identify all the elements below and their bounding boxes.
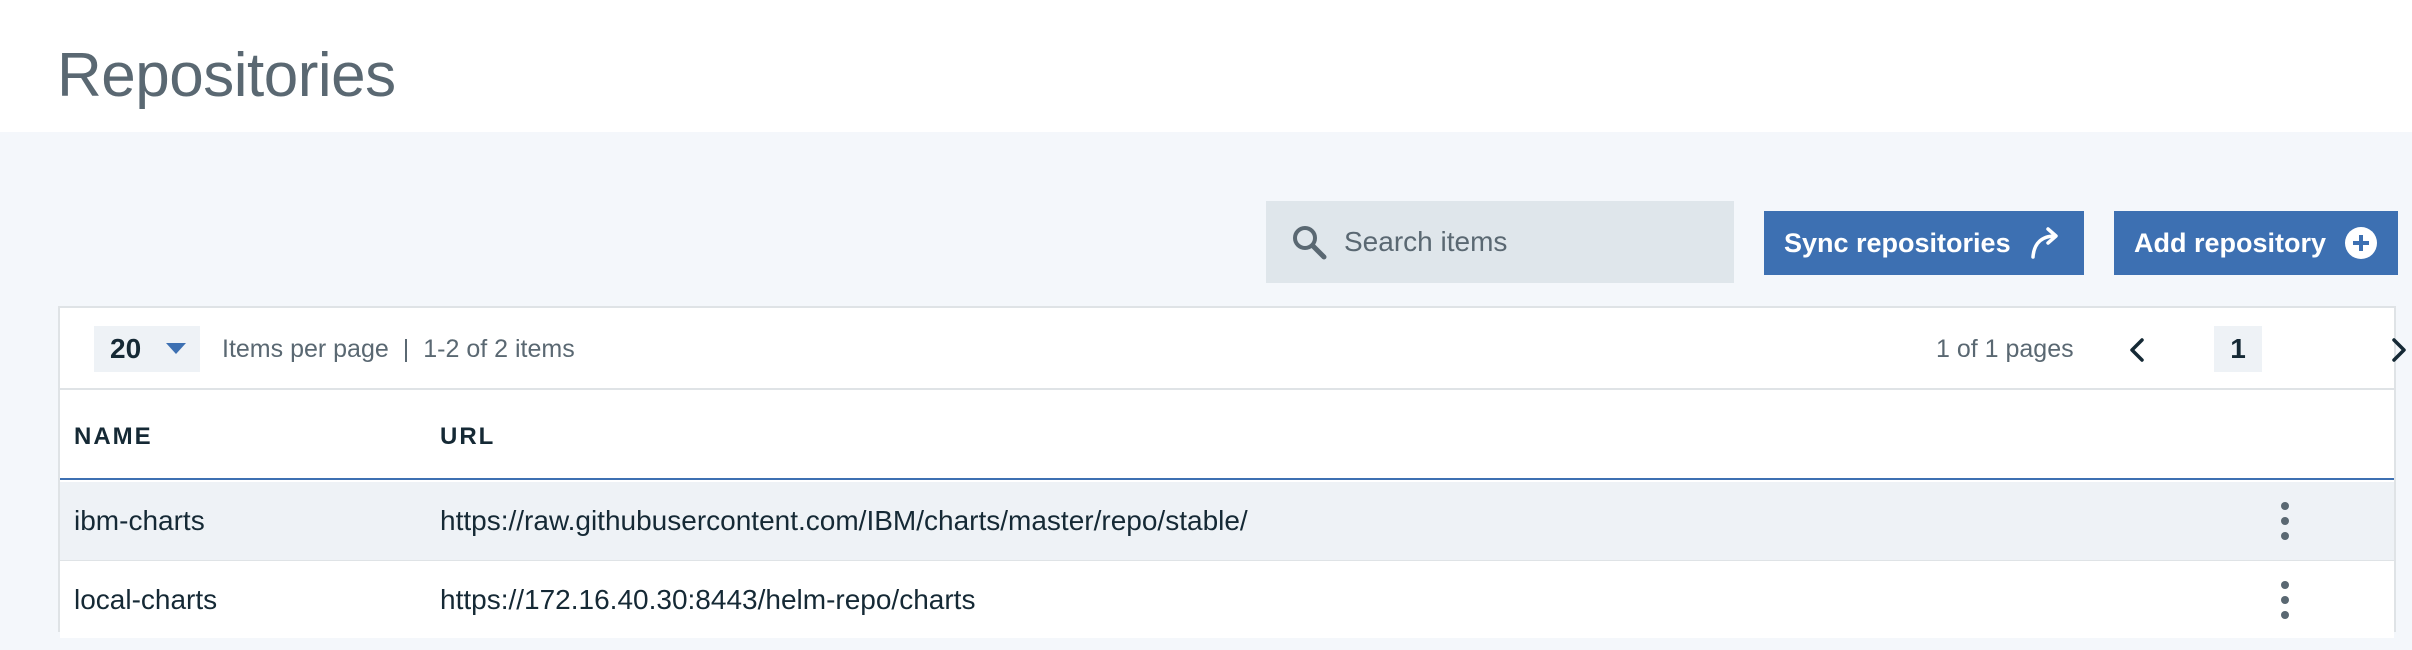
chevron-down-icon bbox=[166, 343, 186, 354]
repo-name-cell: ibm-charts bbox=[74, 505, 205, 536]
repo-url-cell: https://raw.githubusercontent.com/IBM/ch… bbox=[440, 505, 1248, 536]
add-repository-label: Add repository bbox=[2134, 227, 2327, 258]
item-range-text: 1-2 of 2 items bbox=[423, 334, 575, 363]
items-per-page-select[interactable]: 20 bbox=[94, 326, 200, 372]
table-row[interactable]: ibm-charts https://raw.githubusercontent… bbox=[60, 482, 2394, 560]
pagination-bar: 20 Items per page | 1-2 of 2 items 1 of … bbox=[60, 308, 2406, 390]
sync-arrow-icon bbox=[2031, 227, 2058, 259]
add-repository-button[interactable]: Add repository bbox=[2114, 211, 2398, 275]
pagination-separator: | bbox=[402, 334, 410, 363]
items-per-page-label: Items per page bbox=[222, 334, 389, 363]
previous-page-button[interactable] bbox=[2118, 330, 2158, 370]
page-count-text: 1 of 1 pages bbox=[1936, 334, 2074, 363]
current-page[interactable]: 1 bbox=[2214, 326, 2262, 372]
page-title: Repositories bbox=[57, 41, 396, 110]
column-header-name[interactable]: NAME bbox=[74, 394, 153, 480]
pagination-info: Items per page | 1-2 of 2 items bbox=[222, 308, 575, 390]
add-circle-icon bbox=[2345, 227, 2377, 259]
search-input[interactable] bbox=[1344, 201, 1714, 283]
items-per-page-value: 20 bbox=[110, 333, 142, 364]
sync-repositories-button[interactable]: Sync repositories bbox=[1764, 211, 2084, 275]
repositories-table: 20 Items per page | 1-2 of 2 items 1 of … bbox=[58, 306, 2406, 638]
table-header: NAME URL bbox=[60, 394, 2394, 480]
table-row[interactable]: local-charts https://172.16.40.30:8443/h… bbox=[60, 560, 2394, 638]
overflow-menu-icon[interactable] bbox=[2260, 575, 2310, 625]
chevron-right-icon bbox=[2392, 338, 2406, 362]
overflow-menu-icon[interactable] bbox=[2260, 496, 2310, 546]
chevron-left-icon bbox=[2130, 338, 2144, 362]
next-page-button[interactable] bbox=[2378, 330, 2412, 370]
column-header-url[interactable]: URL bbox=[440, 394, 495, 480]
toolbar: Sync repositories Add repository bbox=[0, 201, 2412, 283]
sync-repositories-label: Sync repositories bbox=[1784, 227, 2011, 258]
search-icon bbox=[1290, 223, 1330, 263]
search-box[interactable] bbox=[1266, 201, 1734, 283]
repo-url-cell: https://172.16.40.30:8443/helm-repo/char… bbox=[440, 584, 976, 615]
repo-name-cell: local-charts bbox=[74, 584, 218, 615]
page-header: Repositories bbox=[0, 0, 2412, 132]
